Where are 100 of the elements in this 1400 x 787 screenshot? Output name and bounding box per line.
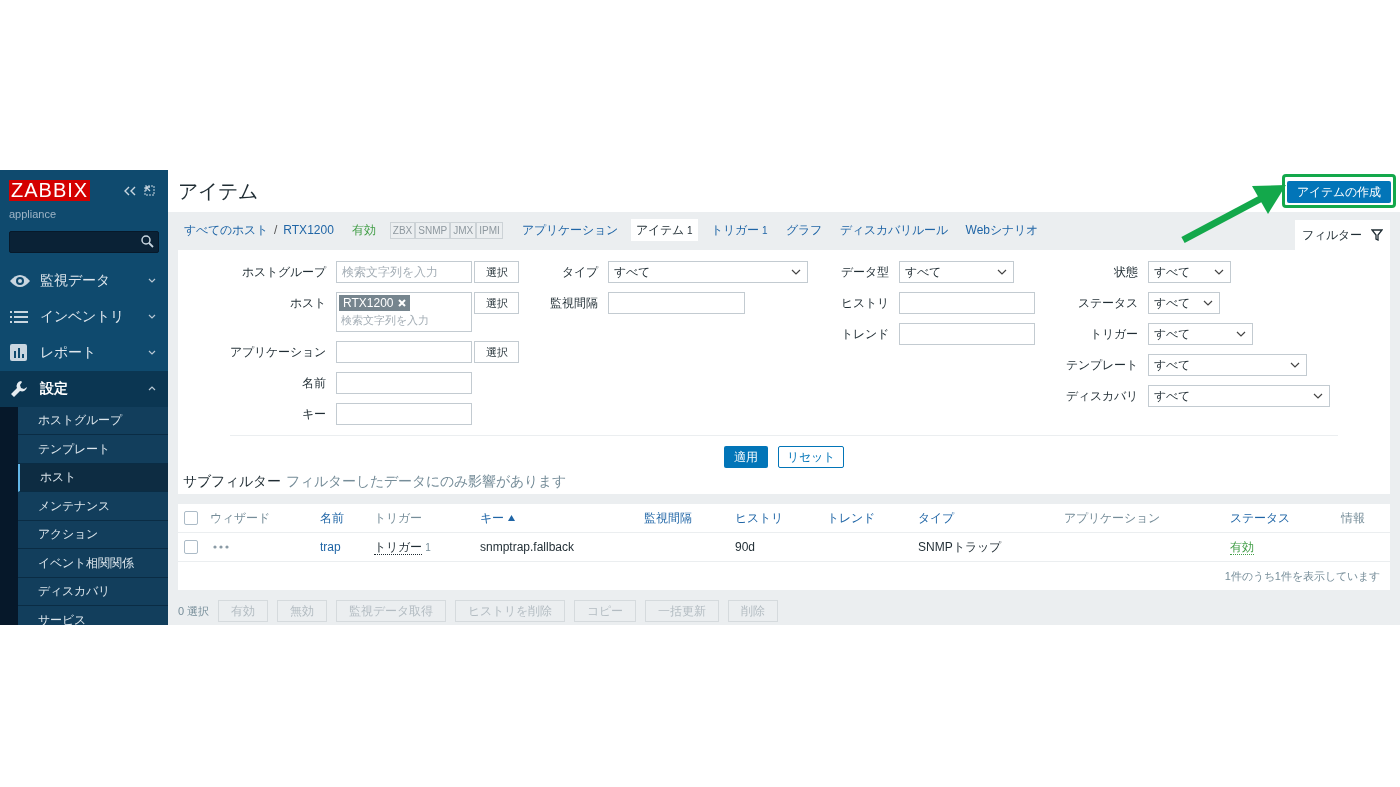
column-header: ウィザード	[210, 509, 270, 527]
submenu-item[interactable]: テンプレート	[18, 435, 168, 464]
chevron-down-icon	[997, 269, 1007, 275]
field-label: 状態	[1113, 264, 1138, 281]
table-footer: 1件のうち1件を表示しています	[1224, 567, 1380, 585]
dropdown[interactable]: すべて	[1148, 385, 1330, 407]
menu-item[interactable]: インベントリ	[0, 298, 168, 335]
input-field[interactable]	[899, 323, 1035, 345]
field-label: ディスカバリ	[1065, 388, 1138, 405]
trigger-link[interactable]: トリガー	[374, 539, 422, 555]
reset-button[interactable]: リセット	[778, 446, 844, 468]
column-header[interactable]: トレンド	[827, 508, 875, 527]
field-label: トレンド	[840, 326, 889, 343]
status-link[interactable]: 有効	[1230, 539, 1254, 555]
submenu-item[interactable]: メンテナンス	[18, 492, 168, 521]
submenu-item[interactable]: ホスト	[18, 463, 168, 492]
chevron-down-icon	[1203, 300, 1213, 306]
nav-tab[interactable]: グラフ	[780, 219, 827, 241]
column-header[interactable]: ヒストリ	[735, 508, 783, 527]
chevron-down-icon	[148, 350, 156, 355]
dropdown[interactable]: すべて	[608, 261, 808, 283]
column-header[interactable]: キー	[480, 508, 504, 527]
trigger-count: 1	[425, 541, 431, 553]
filter-icon	[1371, 229, 1383, 241]
collapse-icon[interactable]	[124, 185, 136, 196]
table-cell: 90d	[735, 539, 756, 554]
column-header: アプリケーション	[1064, 509, 1160, 527]
input-field[interactable]	[336, 403, 472, 425]
field-label: ヒストリ	[840, 295, 889, 312]
table-cell: SNMPトラップ	[918, 539, 1001, 554]
column-header[interactable]: ステータス	[1230, 508, 1290, 527]
item-name-link[interactable]: trap	[320, 539, 341, 554]
field-label: テンプレート	[1065, 357, 1138, 374]
dropdown[interactable]: すべて	[1148, 323, 1253, 345]
search-input[interactable]: 検索文字列を入力	[339, 312, 469, 329]
column-header[interactable]: 名前	[320, 508, 344, 527]
table-cell: snmptrap.fallback	[480, 539, 575, 554]
submenu-item[interactable]: イベント相関関係	[18, 549, 168, 578]
nav-tab[interactable]: アイテム 1	[630, 219, 698, 241]
list-icon	[10, 310, 28, 323]
field-label: トリガー	[1089, 326, 1138, 343]
search-field[interactable]	[9, 230, 159, 253]
kiosk-icon[interactable]	[144, 185, 155, 196]
selected-count: 0 選択	[178, 603, 210, 619]
menu-item[interactable]: 設定	[0, 370, 168, 407]
availability-badge: SNMP	[415, 221, 451, 239]
breadcrumb-link[interactable]: RTX1200	[283, 221, 334, 239]
submenu-item[interactable]: ディスカバリ	[18, 577, 168, 606]
filter-tab[interactable]: フィルター	[1295, 220, 1390, 250]
input-field[interactable]	[336, 372, 472, 394]
column-header[interactable]: タイプ	[918, 508, 954, 527]
menu-label: 設定	[40, 379, 69, 398]
input-field[interactable]	[608, 292, 745, 314]
field-label: 監視間隔	[549, 295, 598, 312]
search-icon	[141, 235, 154, 248]
chevron-down-icon	[1236, 331, 1246, 337]
nav-tab[interactable]: Webシナリオ	[960, 219, 1044, 241]
field-label: タイプ	[561, 264, 598, 281]
menu-label: インベントリ	[40, 307, 125, 326]
multiselect-field[interactable]: RTX1200 検索文字列を入力	[336, 292, 472, 332]
select-button[interactable]: 選択	[474, 341, 519, 363]
field-label: キー	[301, 406, 326, 423]
chevron-down-icon	[1313, 393, 1323, 399]
input-field[interactable]	[336, 341, 472, 363]
checkbox[interactable]	[184, 510, 198, 525]
breadcrumb-link[interactable]: すべてのホスト	[184, 221, 268, 239]
submenu-item[interactable]: ホストグループ	[18, 406, 168, 435]
field-label: データ型	[840, 264, 889, 281]
select-button[interactable]: 選択	[474, 261, 519, 283]
host-status: 有効	[351, 222, 376, 239]
nav-tab[interactable]: アプリケーション	[516, 219, 623, 241]
dropdown[interactable]: すべて	[1148, 261, 1231, 283]
column-header: 情報	[1341, 509, 1365, 527]
select-button[interactable]: 選択	[474, 292, 519, 314]
field-label: アプリケーション	[229, 344, 326, 361]
host-tag[interactable]: RTX1200	[339, 295, 411, 311]
column-header[interactable]: 監視間隔	[644, 508, 692, 527]
submenu-item[interactable]: アクション	[18, 520, 168, 549]
availability-badge: JMX	[450, 221, 477, 239]
close-icon[interactable]	[398, 299, 407, 307]
input-field[interactable]: 検索文字列を入力	[336, 261, 472, 283]
dropdown[interactable]: すべて	[1148, 292, 1220, 314]
chevron-down-icon	[148, 278, 156, 283]
menu-item[interactable]: レポート	[0, 334, 168, 371]
subfilter-note: フィルターしたデータにのみ影響があります	[286, 472, 566, 491]
field-label: ホスト	[289, 295, 326, 312]
dropdown[interactable]: すべて	[899, 261, 1014, 283]
input-field[interactable]	[899, 292, 1035, 314]
checkbox[interactable]	[184, 539, 198, 554]
logo[interactable]: ZABBIX	[9, 180, 91, 201]
submenu-item[interactable]: サービス	[18, 606, 168, 625]
page-title: アイテム	[178, 179, 258, 204]
apply-button[interactable]: 適用	[724, 446, 768, 468]
more-icon[interactable]	[213, 544, 229, 549]
menu-item[interactable]: 監視データ	[0, 262, 168, 299]
dropdown[interactable]: すべて	[1148, 354, 1307, 376]
create-item-button[interactable]: アイテムの作成	[1287, 181, 1391, 203]
eye-icon	[10, 273, 30, 288]
nav-tab[interactable]: トリガー 1	[705, 219, 773, 241]
nav-tab[interactable]: ディスカバリルール	[834, 219, 953, 241]
